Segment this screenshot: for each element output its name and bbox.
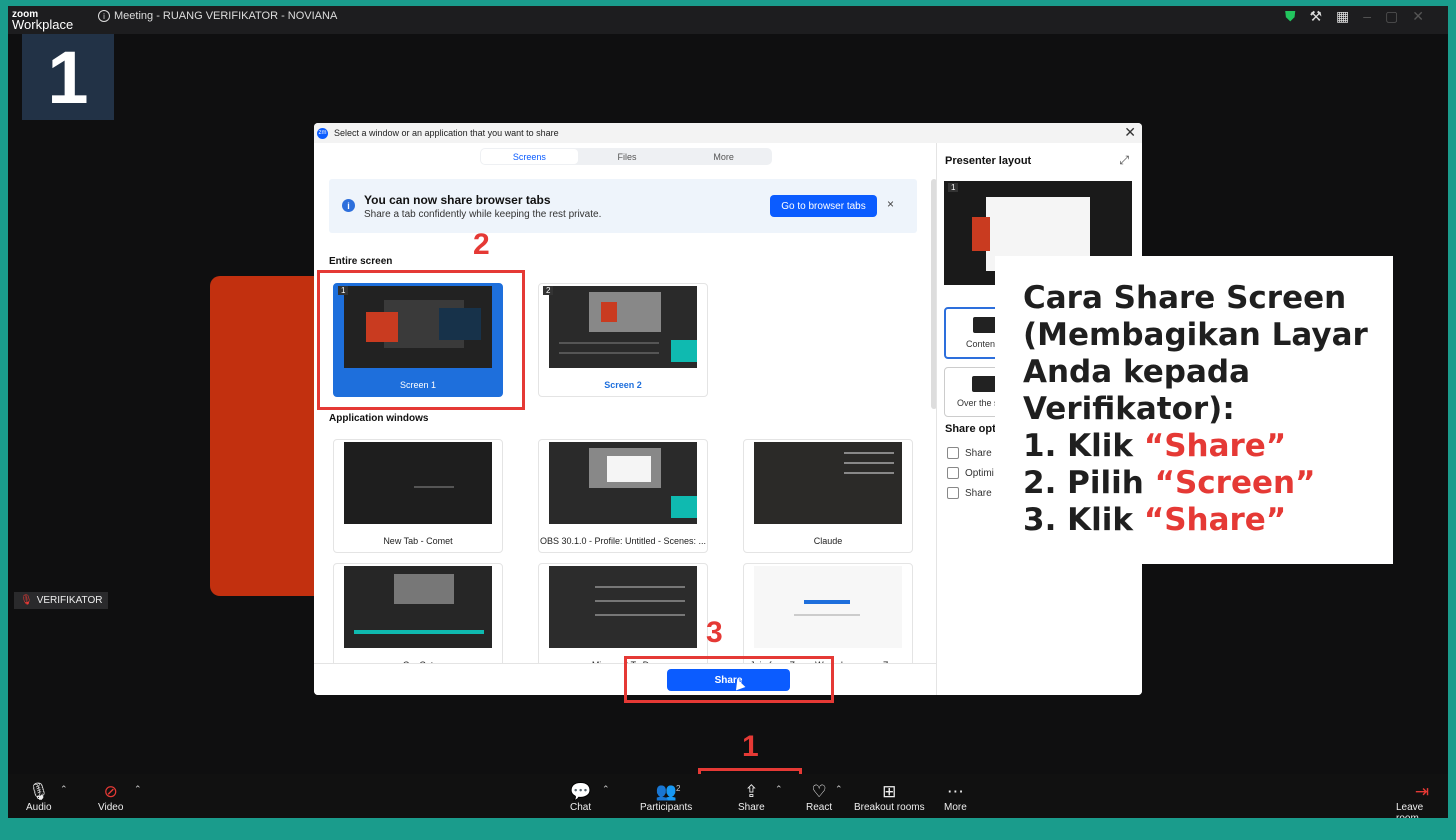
expand-icon[interactable]: ⤢	[1119, 153, 1129, 168]
apps-grid-icon[interactable]: ▦	[1336, 8, 1349, 25]
screen-2-card[interactable]: 2 Screen 2	[538, 283, 708, 397]
screen-2-thumbnail	[549, 286, 697, 368]
participant-name-tag: 🎙 VERIFIKATOR	[14, 592, 109, 609]
react-button[interactable]: ♡ React	[806, 782, 832, 813]
title-bar: zoom Workplace i Meeting - RUANG VERIFIK…	[8, 6, 1448, 34]
muted-mic-icon: 🎙	[20, 595, 33, 606]
share-tabs: Screens Files More	[480, 148, 772, 165]
video-options-caret[interactable]: ⌃	[134, 784, 142, 795]
participants-icon: 👥	[655, 782, 677, 801]
leave-icon: ⇥	[1414, 782, 1430, 801]
tab-files[interactable]: Files	[579, 148, 676, 165]
audio-button[interactable]: 🎙 Audio	[26, 782, 52, 813]
browser-tabs-banner: i You can now share browser tabs Share a…	[329, 179, 917, 233]
app-thumbnail	[549, 442, 697, 524]
info-icon[interactable]: i	[98, 10, 110, 22]
overlay-number: 1	[22, 34, 114, 120]
annotation-box-screen	[317, 270, 525, 410]
dialog-close-icon[interactable]: ✕	[1124, 124, 1136, 141]
share-sound-checkbox[interactable]: Share	[947, 447, 992, 459]
breakout-grid-icon: ⊞	[882, 782, 897, 801]
app-window-card[interactable]: Claude	[743, 439, 913, 553]
toolbar-share-button[interactable]: ⇪ Share	[738, 782, 765, 813]
share-screen-icon: ⇪	[744, 782, 759, 801]
app-window-card[interactable]: New Tab - Comet	[333, 439, 503, 553]
leave-room-button[interactable]: ⇥ Leave room	[1396, 782, 1448, 818]
chat-icon: 💬	[570, 782, 592, 801]
annotation-box-share-button	[624, 656, 834, 703]
chat-button[interactable]: 💬 Chat	[570, 782, 591, 813]
restore-icon[interactable]: ▢	[1385, 8, 1398, 25]
app-window-card[interactable]: OBS 30.1.0 - Profile: Untitled - Scenes:…	[538, 439, 708, 553]
close-window-icon[interactable]: ✕	[1412, 8, 1424, 25]
app-thumbnail	[549, 566, 697, 648]
video-button[interactable]: ⊘ Video	[98, 782, 123, 813]
shield-icon[interactable]: ⛊	[1285, 8, 1296, 25]
app-thumbnail	[344, 566, 492, 648]
screen-2-label: Screen 2	[604, 380, 642, 390]
app-thumbnail	[754, 442, 902, 524]
step-1: 1. Klik “Share”	[1023, 428, 1287, 464]
top-right-icons: ⛊ ⚒ ▦ – ▢ ✕	[1285, 8, 1424, 25]
breakout-rooms-button[interactable]: ⊞ Breakout rooms	[854, 782, 925, 813]
zoom-window: zoom Workplace i Meeting - RUANG VERIFIK…	[8, 6, 1448, 818]
participants-button[interactable]: 👥 Participants	[640, 782, 692, 813]
microphone-icon: 🎙	[27, 782, 50, 801]
share-options-caret[interactable]: ⌃	[775, 784, 783, 795]
tab-screens[interactable]: Screens	[481, 149, 578, 164]
instruction-panel: Cara Share Screen (Membagikan Layar Anda…	[995, 256, 1393, 564]
tab-more[interactable]: More	[675, 148, 772, 165]
zoom-logo: zoom Workplace	[12, 9, 74, 32]
annotation-number-1: 1	[742, 730, 759, 763]
annotation-number-3: 3	[706, 616, 723, 649]
application-windows-heading: Application windows	[329, 413, 429, 424]
minimize-icon[interactable]: –	[1363, 8, 1371, 25]
chat-options-caret[interactable]: ⌃	[602, 784, 610, 795]
info-icon: i	[342, 199, 355, 212]
banner-close-icon[interactable]: ×	[887, 197, 894, 211]
heart-icon: ♡	[811, 782, 827, 801]
meeting-toolbar: 🎙 Audio ⌃ ⊘ Video ⌃ 💬 Chat ⌃ 👥 Participa…	[8, 774, 1448, 818]
share-2-checkbox[interactable]: Share 2	[947, 487, 1000, 499]
shared-content-block	[210, 276, 330, 596]
share-options-heading: Share opt	[945, 423, 996, 435]
wand-icon[interactable]: ⚒	[1309, 8, 1322, 25]
step-3: 3. Klik “Share”	[1023, 502, 1287, 538]
presenter-layout-heading: Presenter layout	[945, 155, 1032, 167]
app-thumbnail	[344, 442, 492, 524]
annotation-number-2: 2	[473, 228, 490, 261]
app-window-card[interactable]: CapCut	[333, 563, 503, 677]
more-dots-icon: ⋯	[946, 782, 964, 801]
dialog-title-bar: zm Select a window or an application tha…	[314, 123, 1142, 143]
entire-screen-heading: Entire screen	[329, 256, 393, 267]
meeting-title: i Meeting - RUANG VERIFIKATOR - NOVIANA	[98, 10, 337, 22]
step-2: 2. Pilih “Screen”	[1023, 465, 1316, 501]
react-options-caret[interactable]: ⌃	[835, 784, 843, 795]
participants-count: 2	[676, 784, 681, 793]
go-to-browser-tabs-button[interactable]: Go to browser tabs	[770, 195, 877, 217]
audio-options-caret[interactable]: ⌃	[60, 784, 68, 795]
video-off-icon: ⊘	[103, 782, 118, 801]
zoom-app-icon: zm	[317, 127, 328, 139]
more-button[interactable]: ⋯ More	[944, 782, 967, 813]
app-thumbnail	[754, 566, 902, 648]
optimize-video-checkbox[interactable]: Optimi	[947, 467, 994, 479]
